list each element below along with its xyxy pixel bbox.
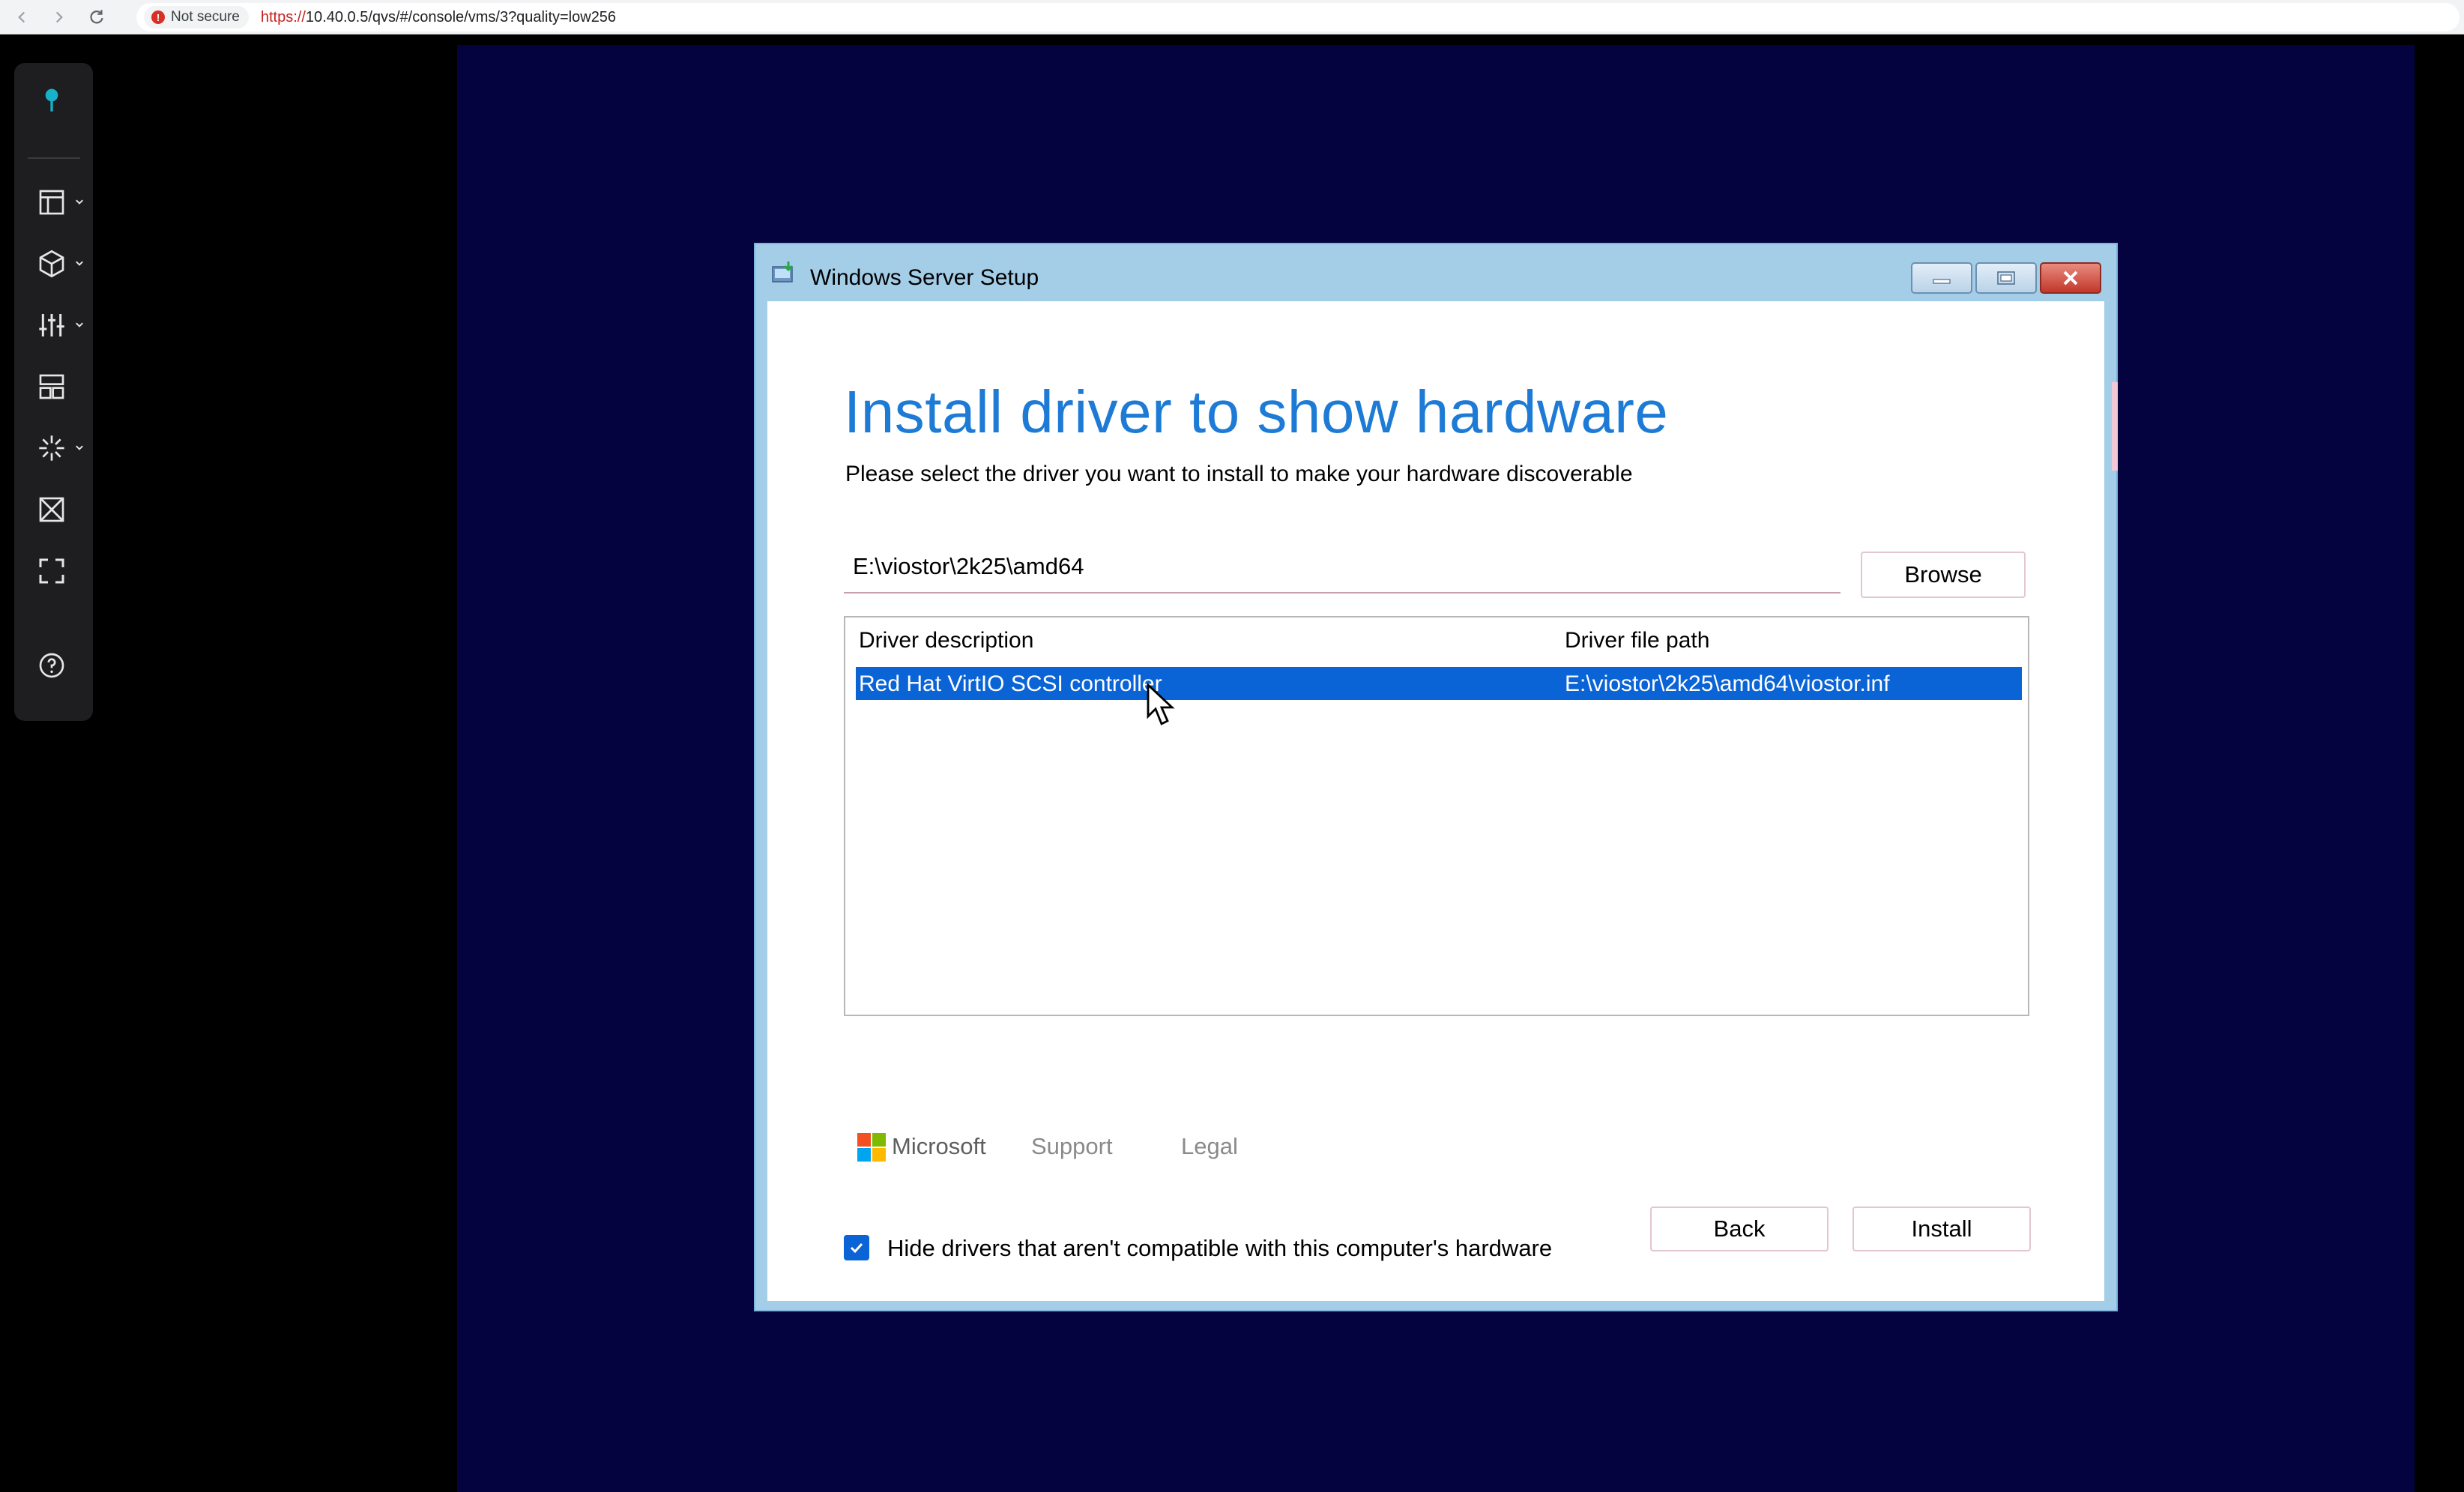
help-button[interactable] bbox=[14, 643, 93, 688]
back-button[interactable]: Back bbox=[1650, 1206, 1829, 1251]
reload-icon bbox=[90, 9, 103, 23]
column-header-description[interactable]: Driver description bbox=[859, 628, 1033, 653]
page-title: Install driver to show hardware bbox=[844, 378, 1669, 445]
checkmark-icon bbox=[850, 1242, 863, 1254]
security-chip[interactable]: ! Not secure bbox=[144, 6, 249, 28]
warning-icon: ! bbox=[151, 10, 165, 24]
forward-nav-button[interactable] bbox=[43, 1, 75, 33]
column-header-path[interactable]: Driver file path bbox=[1565, 628, 1709, 653]
cube-icon bbox=[39, 250, 64, 278]
dashboard-menu-button[interactable] bbox=[14, 180, 93, 225]
legal-link[interactable]: Legal bbox=[1181, 1133, 1238, 1160]
window-titlebar[interactable]: Windows Server Setup bbox=[755, 244, 2116, 301]
setup-app-icon bbox=[772, 262, 794, 283]
window-title: Windows Server Setup bbox=[810, 265, 1039, 290]
sidebar-divider bbox=[28, 157, 80, 159]
maximize-icon bbox=[1997, 271, 2015, 285]
driver-row-selected[interactable]: Red Hat VirtIO SCSI controller E:\viosto… bbox=[856, 667, 2022, 700]
starburst-icon bbox=[39, 435, 64, 461]
location-pin-icon bbox=[45, 88, 58, 112]
minimize-icon bbox=[1933, 279, 1951, 284]
close-icon bbox=[2063, 271, 2078, 286]
sliders-icon bbox=[39, 314, 64, 336]
reload-button[interactable] bbox=[81, 1, 112, 33]
chevron-down-icon bbox=[76, 199, 83, 205]
security-label: Not secure bbox=[171, 9, 240, 25]
driver-path-cell: E:\viostor\2k25\amd64\viostor.inf bbox=[1565, 671, 1890, 696]
mouse-cursor-icon bbox=[1147, 683, 1175, 725]
window-edge-highlight-right bbox=[2112, 382, 2118, 471]
browser-toolbar: ! Not secure https://10.40.0.5/qvs/#/con… bbox=[0, 0, 2464, 34]
support-link[interactable]: Support bbox=[1031, 1133, 1113, 1160]
install-button[interactable]: Install bbox=[1852, 1206, 2031, 1251]
layout-button[interactable] bbox=[14, 364, 93, 409]
fullscreen-icon bbox=[39, 558, 64, 584]
hide-incompatible-label[interactable]: Hide drivers that aren't compatible with… bbox=[887, 1235, 1552, 1262]
driver-list[interactable]: Driver description Driver file path Red … bbox=[844, 616, 2029, 1016]
dashboard-layout-icon bbox=[39, 190, 64, 215]
arrow-left-icon bbox=[18, 11, 25, 22]
driver-path-input[interactable] bbox=[844, 541, 1841, 594]
close-button[interactable] bbox=[2040, 262, 2101, 294]
scale-button[interactable] bbox=[14, 487, 93, 532]
setup-window: Windows Server Setup Install driver to s… bbox=[754, 243, 2118, 1311]
back-nav-button[interactable] bbox=[6, 1, 37, 33]
vm-menu-button[interactable] bbox=[14, 241, 93, 286]
chevron-down-icon bbox=[76, 261, 83, 266]
chevron-down-icon bbox=[76, 322, 83, 327]
grid-layout-icon bbox=[39, 374, 64, 399]
settings-menu-button[interactable] bbox=[14, 303, 93, 348]
microsoft-wordmark: Microsoft bbox=[892, 1133, 986, 1159]
arrow-right-icon bbox=[55, 11, 63, 22]
minimize-button[interactable] bbox=[1911, 262, 1972, 294]
location-pin-button[interactable] bbox=[14, 76, 93, 121]
driver-description-cell: Red Hat VirtIO SCSI controller bbox=[859, 671, 1162, 696]
address-bar[interactable]: ! Not secure https://10.40.0.5/qvs/#/con… bbox=[136, 3, 2460, 31]
microsoft-logo-icon bbox=[857, 1133, 886, 1162]
setup-content: Install driver to show hardware Please s… bbox=[767, 301, 2104, 1301]
fullscreen-button[interactable] bbox=[14, 549, 93, 594]
console-sidebar-panel bbox=[14, 63, 93, 721]
maximize-button[interactable] bbox=[1975, 262, 2037, 294]
help-icon bbox=[39, 653, 64, 678]
expand-arrows-icon bbox=[39, 497, 64, 522]
browse-button[interactable]: Browse bbox=[1861, 552, 2026, 598]
hide-incompatible-checkbox[interactable] bbox=[844, 1235, 869, 1260]
power-menu-button[interactable] bbox=[14, 426, 93, 471]
page-subtitle: Please select the driver you want to ins… bbox=[845, 462, 1633, 486]
chevron-down-icon bbox=[76, 445, 83, 450]
driver-list-header: Driver description Driver file path bbox=[845, 617, 2028, 665]
url-text: https://10.40.0.5/qvs/#/console/vms/3?qu… bbox=[260, 8, 617, 25]
